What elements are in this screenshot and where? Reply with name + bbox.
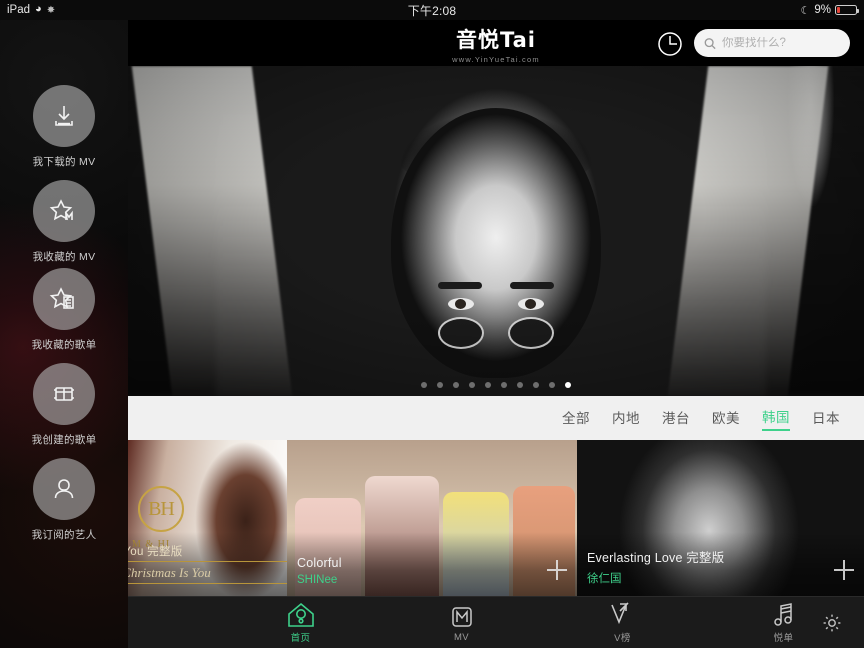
app-logo: 音悦Tai www.YinYueTai.com xyxy=(452,24,540,64)
search-icon xyxy=(704,37,716,49)
carousel-dot[interactable] xyxy=(517,382,523,388)
gear-icon[interactable] xyxy=(822,613,842,633)
carousel-dot[interactable] xyxy=(453,382,459,388)
sidebar-item-label: 我收藏的歌单 xyxy=(31,339,97,351)
create-list-icon xyxy=(33,363,95,425)
vchart-icon xyxy=(610,602,629,625)
wifi-icon: ◕ xyxy=(35,2,42,15)
sidebar-item-label: 我订阅的艺人 xyxy=(31,529,97,541)
plus-add-icon[interactable] xyxy=(834,560,854,580)
app-window: 我下载的 MV 我收藏的 MV 我收藏的歌单 我创建的歌单 我订阅的艺人 音悦T… xyxy=(0,20,864,648)
sidebar: 我下载的 MV 我收藏的 MV 我收藏的歌单 我创建的歌单 我订阅的艺人 xyxy=(0,20,128,648)
star-list-icon xyxy=(33,268,95,330)
sidebar-item-favorite-playlist[interactable]: 我收藏的歌单 xyxy=(0,268,128,352)
carousel-dot[interactable] xyxy=(533,382,539,388)
person-icon xyxy=(33,458,95,520)
sidebar-item-label: 我收藏的 MV xyxy=(32,251,96,263)
playlist-icon xyxy=(773,603,792,626)
nav-item-vchart[interactable]: V榜 xyxy=(542,601,703,644)
carousel-dot[interactable] xyxy=(549,382,555,388)
battery-percent-label: 9% xyxy=(814,4,831,16)
region-filter-tab[interactable]: 韩国 xyxy=(762,406,790,431)
plus-add-icon[interactable] xyxy=(547,560,567,580)
card-subtitle: r Christmas Is You xyxy=(128,565,287,584)
region-filter-tab[interactable]: 日本 xyxy=(812,407,840,430)
hero-image xyxy=(128,66,864,396)
card-meta: s You 完整版 r Christmas Is You xyxy=(128,543,287,584)
home-icon xyxy=(287,602,314,627)
card-title: Colorful xyxy=(297,556,342,570)
nav-item-home[interactable]: 首页 xyxy=(220,601,381,644)
region-filter-bar: 全部 内地 港台 欧美 韩国 日本 xyxy=(128,396,864,440)
sidebar-item-subscribed-artists[interactable]: 我订阅的艺人 xyxy=(0,458,128,542)
clock-history-icon[interactable] xyxy=(656,30,684,58)
region-filter-tab[interactable]: 欧美 xyxy=(712,407,740,430)
nav-item-label: V榜 xyxy=(614,633,631,644)
device-name: iPad xyxy=(7,4,31,16)
sidebar-item-favorite-mv[interactable]: 我收藏的 MV xyxy=(0,180,128,264)
carousel-dots[interactable] xyxy=(128,382,864,388)
region-filter-tab[interactable]: 港台 xyxy=(662,407,690,430)
logo-text: 音悦Tai xyxy=(456,28,536,52)
nav-item-label: MV xyxy=(453,631,470,643)
carousel-dot[interactable] xyxy=(469,382,475,388)
status-bar-right: ☾ 9% xyxy=(634,4,864,17)
nav-item-label: 首页 xyxy=(290,633,311,644)
main-content: 音悦Tai www.YinYueTai.com 你要找什么? 全部 内地 港台 … xyxy=(128,20,864,648)
region-filter-tab[interactable]: 全部 xyxy=(562,407,590,430)
card-title: Everlasting Love 完整版 xyxy=(587,551,725,565)
sidebar-item-label: 我下载的 MV xyxy=(32,156,96,168)
search-input[interactable] xyxy=(722,37,840,49)
carousel-dot[interactable] xyxy=(565,382,571,388)
logo-url: www.YinYueTai.com xyxy=(452,55,540,64)
download-icon xyxy=(33,85,95,147)
carousel-dot[interactable] xyxy=(485,382,491,388)
carousel-dot[interactable] xyxy=(501,382,507,388)
mv-card[interactable]: Colorful SHINee xyxy=(287,440,577,596)
status-bar-clock: 下午2:08 xyxy=(407,3,457,18)
moon-do-not-disturb-icon: ☾ xyxy=(800,4,811,17)
bottom-nav: 首页 MV V榜 悦单 xyxy=(128,596,864,648)
app-header: 音悦Tai www.YinYueTai.com xyxy=(128,20,864,66)
card-artist: 徐仁国 xyxy=(587,573,622,585)
mv-card-row: BH M & HI s You 完整版 r Christmas Is You xyxy=(128,440,864,596)
mv-icon xyxy=(451,606,472,627)
card-badge: BH xyxy=(138,486,184,532)
mv-card[interactable]: Everlasting Love 完整版 徐仁国 xyxy=(577,440,864,596)
search-box[interactable] xyxy=(694,29,850,57)
sidebar-item-label: 我创建的歌单 xyxy=(31,434,97,446)
carousel-dot[interactable] xyxy=(437,382,443,388)
card-artist: SHINee xyxy=(297,574,338,586)
status-bar: iPad ◕ ✸ 下午2:08 ☾ 9% xyxy=(0,0,864,20)
mv-card[interactable]: BH M & HI s You 完整版 r Christmas Is You xyxy=(128,440,287,596)
sidebar-item-downloaded-mv[interactable]: 我下载的 MV xyxy=(0,85,128,169)
carousel-dot[interactable] xyxy=(421,382,427,388)
region-filter-tab[interactable]: 内地 xyxy=(612,407,640,430)
nav-item-mv[interactable]: MV xyxy=(381,603,542,643)
location-services-icon: ✸ xyxy=(46,4,56,16)
hero-carousel[interactable] xyxy=(128,66,864,396)
battery-icon xyxy=(835,5,859,15)
card-title: s You 完整版 xyxy=(128,543,287,562)
star-mv-icon xyxy=(33,180,95,242)
status-bar-left: iPad ◕ ✸ xyxy=(0,2,230,16)
sidebar-item-created-playlist[interactable]: 我创建的歌单 xyxy=(0,363,128,447)
